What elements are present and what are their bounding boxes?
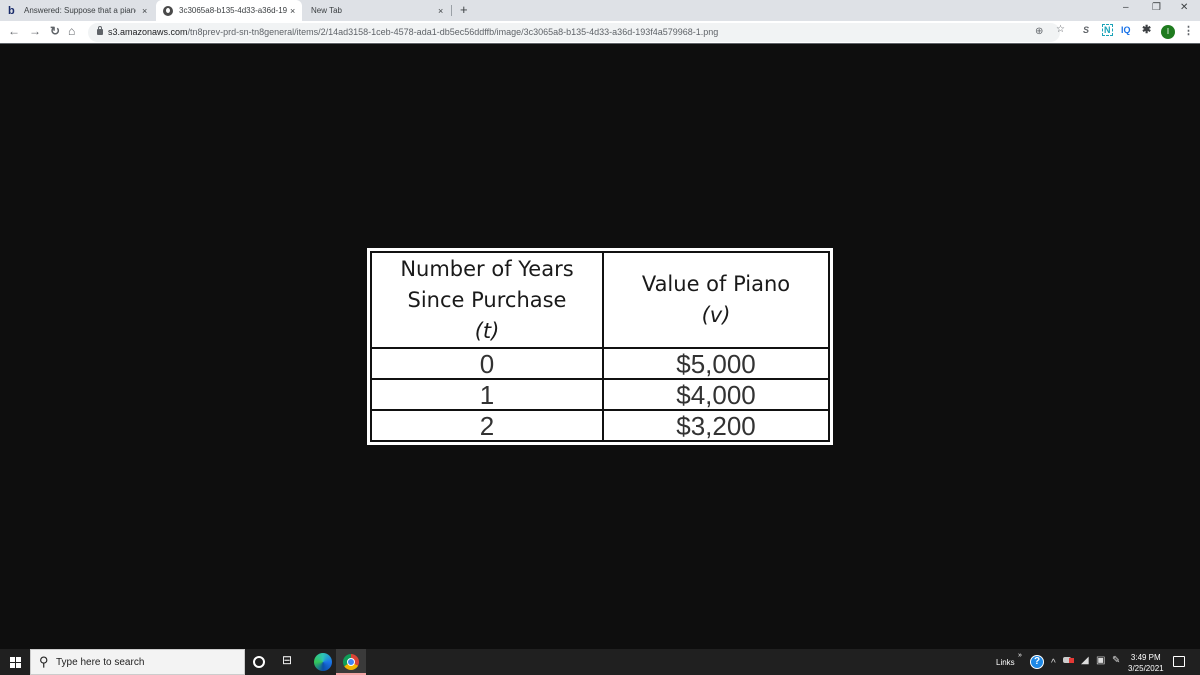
new-tab-button[interactable]: +: [460, 2, 468, 17]
taskbar-search-input[interactable]: ⚲ Type here to search: [30, 649, 245, 675]
cell-value: $4,000: [602, 378, 830, 411]
clock-date: 3/25/2021: [1128, 664, 1164, 673]
iq-extension-icon[interactable]: IQ: [1121, 25, 1131, 35]
edge-icon[interactable]: [314, 653, 332, 671]
close-tab-icon[interactable]: ×: [438, 6, 443, 16]
cell-value: $3,200: [602, 409, 830, 442]
cell-years: 0: [370, 347, 604, 380]
camera-blocked-icon[interactable]: [1063, 655, 1074, 666]
table-row: 0 $5,000: [370, 347, 830, 380]
piano-value-table-image: Number of Years Since Purchase (t) Value…: [367, 248, 833, 445]
bartleby-b-icon: b: [8, 4, 15, 17]
minimize-button[interactable]: –: [1123, 2, 1129, 13]
links-chevron-icon[interactable]: »: [1018, 652, 1022, 659]
pen-icon[interactable]: ✎: [1112, 655, 1120, 666]
globe-icon: [163, 5, 173, 16]
search-placeholder: Type here to search: [56, 657, 145, 668]
url-text[interactable]: s3.amazonaws.com/tn8prev-prd-sn-tn8gener…: [108, 27, 718, 37]
close-tab-icon[interactable]: ×: [142, 6, 147, 16]
back-button[interactable]: ←: [8, 24, 20, 38]
reload-button[interactable]: ↻: [50, 24, 60, 38]
task-view-icon[interactable]: ⊟: [282, 653, 300, 671]
zoom-icon[interactable]: ⊕: [1035, 26, 1043, 37]
cortana-icon[interactable]: [253, 656, 265, 668]
chrome-icon: [343, 654, 359, 670]
windows-start-icon[interactable]: [10, 657, 21, 668]
tab-image[interactable]: 3c3065a8-b135-4d33-a36d-193f ×: [156, 0, 302, 21]
lock-icon: [97, 26, 103, 35]
tab-strip: b Answered: Suppose that a piano × 3c306…: [0, 0, 1200, 21]
home-button[interactable]: ⌂: [68, 24, 75, 38]
restore-button[interactable]: ❐: [1152, 2, 1161, 13]
cell-years: 2: [370, 409, 604, 442]
help-icon[interactable]: ?: [1030, 655, 1044, 669]
tray-overflow-icon[interactable]: ^: [1051, 658, 1056, 669]
browser-toolbar: ← → ↻ ⌂ s3.amazonaws.com/tn8prev-prd-sn-…: [0, 21, 1200, 44]
chrome-taskbar-button[interactable]: [336, 649, 366, 675]
profile-avatar[interactable]: I: [1161, 25, 1175, 39]
links-toolbar[interactable]: Links: [996, 658, 1015, 667]
forward-button[interactable]: →: [29, 24, 41, 38]
close-window-button[interactable]: ✕: [1180, 2, 1188, 13]
clock-time: 3:49 PM: [1130, 653, 1161, 662]
tab-separator: [451, 5, 452, 16]
table-header-row: Number of Years Since Purchase (t) Value…: [370, 251, 830, 349]
tab-title: Answered: Suppose that a piano: [24, 6, 136, 15]
header-years: Number of Years Since Purchase (t): [370, 251, 604, 349]
system-clock[interactable]: 3:49 PM 3/25/2021: [1128, 652, 1164, 674]
cell-years: 1: [370, 378, 604, 411]
close-tab-icon[interactable]: ×: [290, 6, 295, 16]
tab-bartleby[interactable]: b Answered: Suppose that a piano ×: [8, 0, 154, 21]
n-extension-icon[interactable]: N: [1102, 24, 1113, 36]
table-row: 1 $4,000: [370, 378, 830, 411]
tab-title: 3c3065a8-b135-4d33-a36d-193f: [179, 6, 287, 15]
windows-taskbar: ⚲ Type here to search ⊟ Links » ? ^ ◢ ▣ …: [0, 649, 1200, 675]
cell-value: $5,000: [602, 347, 830, 380]
header-value: Value of Piano (v): [602, 251, 830, 349]
piano-value-table: Number of Years Since Purchase (t) Value…: [370, 251, 830, 442]
more-menu-icon[interactable]: ⋮: [1183, 24, 1194, 37]
s-extension-icon[interactable]: S: [1083, 25, 1089, 35]
table-row: 2 $3,200: [370, 409, 830, 442]
puzzle-icon[interactable]: ✱: [1142, 23, 1151, 36]
meet-now-icon[interactable]: ▣: [1096, 655, 1105, 666]
address-bar[interactable]: s3.amazonaws.com/tn8prev-prd-sn-tn8gener…: [88, 23, 1060, 42]
network-icon[interactable]: ◢: [1081, 655, 1089, 666]
search-icon: ⚲: [39, 654, 49, 669]
bookmark-star-icon[interactable]: ☆: [1056, 24, 1065, 35]
action-center-icon[interactable]: [1173, 656, 1185, 667]
tab-title: New Tab: [311, 6, 342, 15]
tab-new-tab[interactable]: New Tab ×: [304, 0, 450, 21]
